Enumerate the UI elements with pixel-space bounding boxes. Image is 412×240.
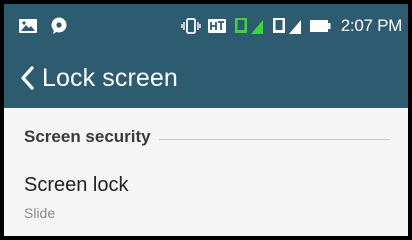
back-button[interactable]: Lock screen — [4, 48, 178, 108]
signal-icon-sim1 — [233, 16, 265, 36]
phone-screen: 2:07 PM Lock screen Screen security Scre… — [0, 0, 412, 240]
section-header-screen-security: Screen security — [24, 124, 390, 150]
page-title: Lock screen — [42, 63, 178, 92]
status-bar: 2:07 PM — [4, 4, 408, 48]
signal-icon-sim2 — [271, 16, 303, 36]
section-divider — [158, 138, 390, 140]
ht-data-icon — [207, 18, 227, 34]
screen-lock-value: Slide — [24, 205, 56, 221]
screen-lock-setting[interactable]: Screen lock Slide — [24, 174, 390, 234]
image-notification-icon — [18, 18, 38, 34]
notification-icons — [4, 17, 68, 35]
chevron-left-icon — [20, 66, 34, 90]
section-header-label: Screen security — [24, 127, 151, 146]
app-bar: Lock screen — [4, 48, 408, 108]
battery-icon — [309, 18, 331, 34]
vibrate-icon — [181, 17, 201, 35]
system-icons: 2:07 PM — [181, 16, 408, 36]
settings-content: Screen security Screen lock Slide — [4, 108, 408, 236]
screen-lock-title: Screen lock — [24, 174, 129, 196]
chat-notification-icon — [50, 17, 68, 35]
clock: 2:07 PM — [340, 16, 403, 35]
